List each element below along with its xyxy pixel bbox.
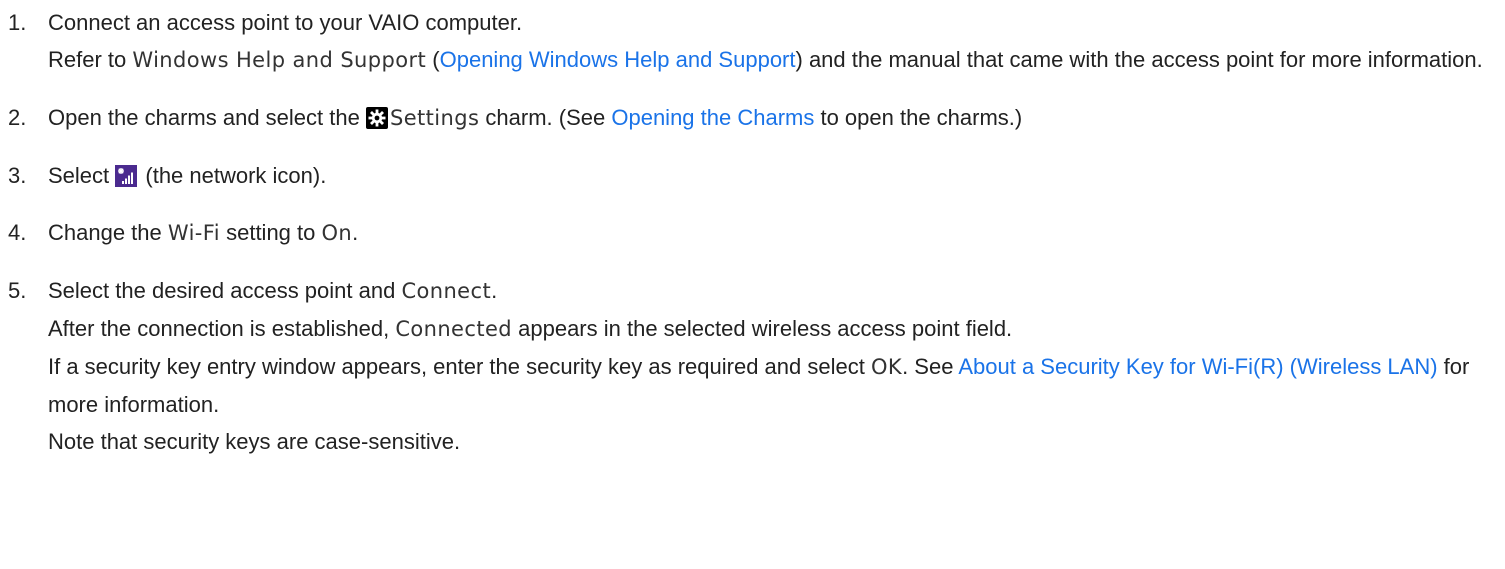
link-opening-windows-help[interactable]: Opening Windows Help and Support — [440, 47, 796, 72]
text: Select — [48, 163, 116, 188]
step-1-detail: Refer to Windows Help and Support (Openi… — [48, 41, 1505, 79]
link-security-key[interactable]: About a Security Key for Wi-Fi(R) (Wirel… — [958, 354, 1437, 379]
text: (the network icon). — [139, 163, 327, 188]
step-number: 5. — [8, 278, 27, 303]
step-5-note: Note that security keys are case-sensiti… — [48, 429, 461, 454]
text: Select the desired access point and — [48, 278, 402, 303]
text: ) and the manual that came with the acce… — [795, 47, 1483, 72]
step-2: 2. Open the charms and select the Settin… — [0, 99, 1505, 137]
text: charm. (See — [479, 105, 612, 130]
step-number: 2. — [8, 105, 27, 130]
ui-term-on: On — [321, 221, 353, 245]
text: Open the charms and select the — [48, 105, 366, 130]
text: After the connection is established, — [48, 316, 396, 341]
step-3: 3. Select (the network icon). — [0, 157, 1505, 194]
step-1-main-text: Connect an access point to your VAIO com… — [48, 10, 523, 35]
step-number: 1. — [8, 10, 27, 35]
step-5-security-text: If a security key entry window appears, … — [48, 348, 1505, 423]
step-5-main-text: Select the desired access point and Conn… — [48, 272, 1505, 310]
text: setting to — [219, 220, 322, 245]
instruction-steps: 1. Connect an access point to your VAIO … — [0, 0, 1505, 460]
step-1: 1. Connect an access point to your VAIO … — [0, 4, 1505, 79]
step-4: 4. Change the Wi-Fi setting to On. — [0, 214, 1505, 252]
step-4-text: Change the Wi-Fi setting to On. — [48, 214, 1505, 252]
step-3-text: Select (the network icon). — [48, 157, 1505, 194]
step-2-text: Open the charms and select the Settings … — [48, 99, 1505, 137]
text: appears in the selected wireless access … — [512, 316, 1013, 341]
step-number: 4. — [8, 220, 27, 245]
step-5-connected-text: After the connection is established, Con… — [48, 310, 1505, 348]
text: to open the charms.) — [814, 105, 1023, 130]
settings-gear-icon — [365, 103, 388, 129]
ui-term-connect: Connect — [401, 279, 492, 303]
text: . See — [902, 354, 959, 379]
text: Change the — [48, 220, 168, 245]
text: . — [491, 278, 498, 303]
text: ( — [426, 47, 440, 72]
text: If a security key entry window appears, … — [48, 354, 871, 379]
link-opening-the-charms[interactable]: Opening the Charms — [611, 105, 814, 130]
ui-term-connected: Connected — [395, 317, 513, 341]
ui-term-wifi: Wi-Fi — [167, 221, 220, 245]
text: . — [352, 220, 359, 245]
text: Refer to — [48, 47, 133, 72]
network-signal-icon — [115, 161, 138, 187]
ui-term-settings: Settings — [389, 106, 480, 130]
step-number: 3. — [8, 163, 27, 188]
ui-term-ok: OK — [870, 355, 903, 379]
step-5: 5. Select the desired access point and C… — [0, 272, 1505, 460]
ui-term-windows-help: Windows Help and Support — [132, 48, 427, 72]
